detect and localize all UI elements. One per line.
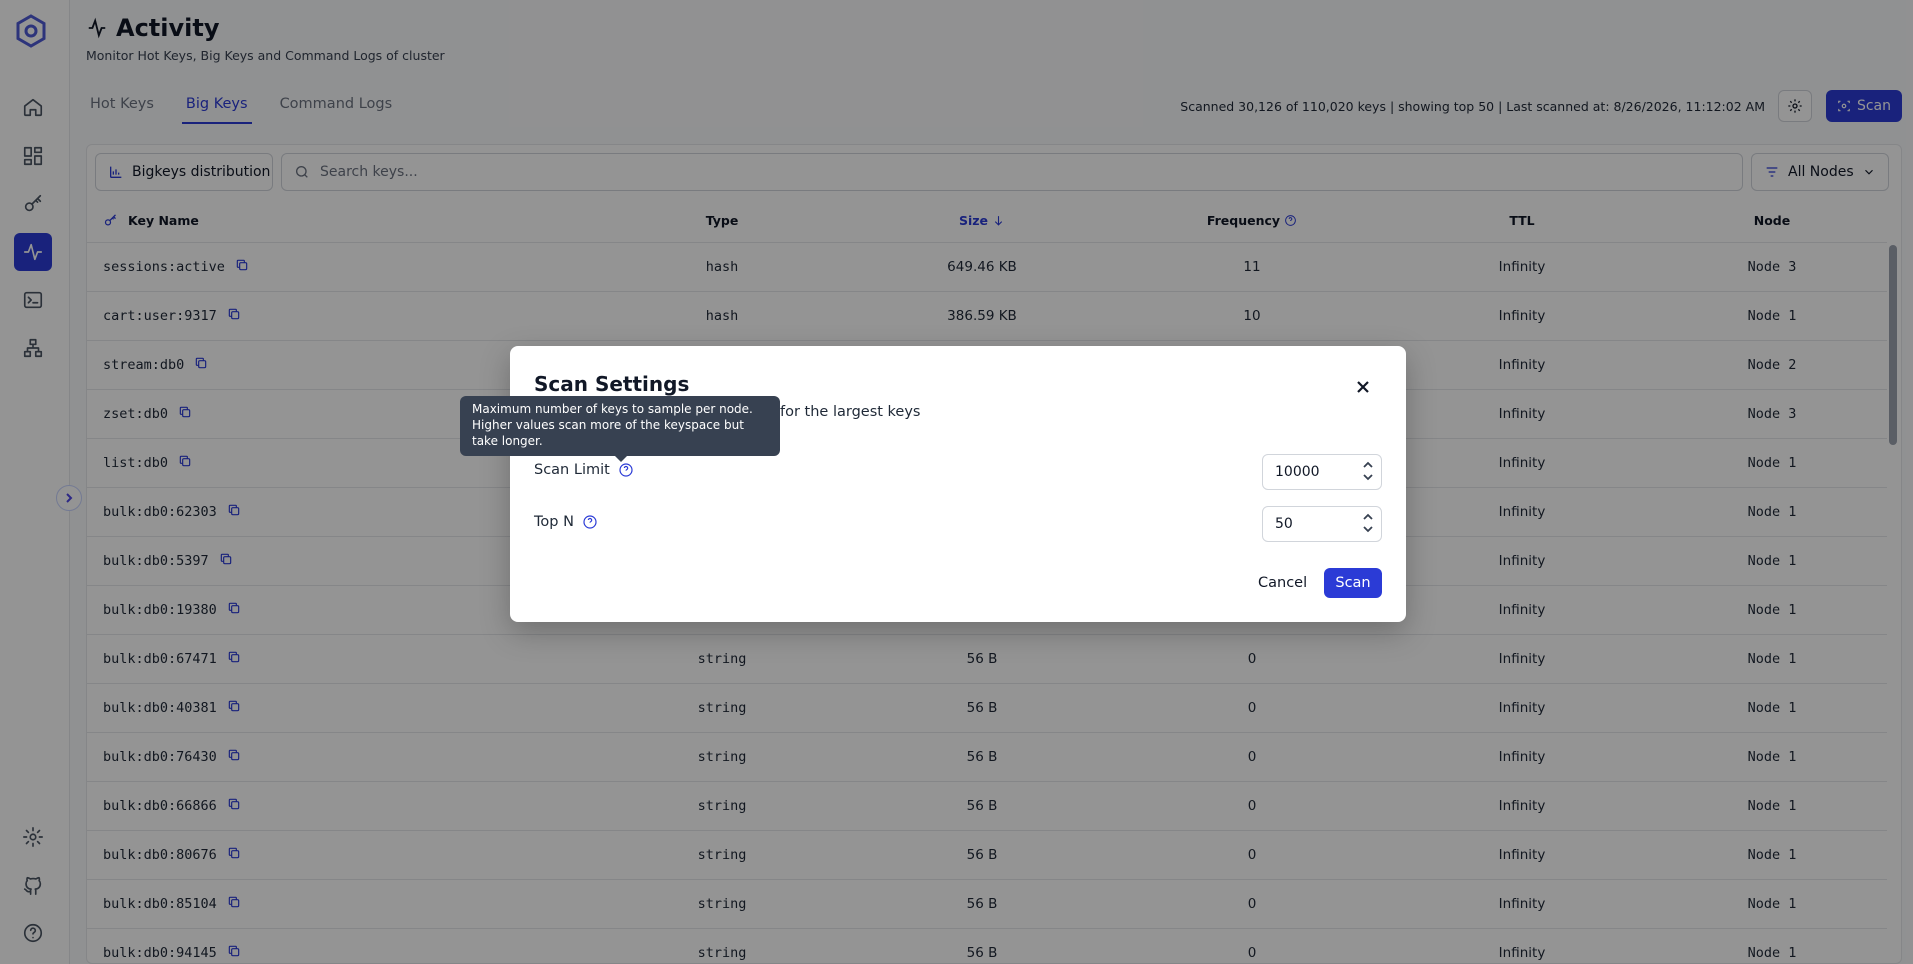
top-n-input[interactable] xyxy=(1275,516,1355,532)
scan-limit-tooltip: Maximum number of keys to sample per nod… xyxy=(460,396,780,462)
scan-limit-label-row: Scan Limit xyxy=(534,462,634,478)
decrement-icon[interactable] xyxy=(1363,473,1373,481)
increment-icon[interactable] xyxy=(1363,461,1373,469)
scan-limit-stepper[interactable] xyxy=(1262,454,1382,490)
confirm-scan-button[interactable]: Scan xyxy=(1324,568,1382,598)
close-button[interactable] xyxy=(1352,376,1374,398)
dialog-description: for the largest keys xyxy=(780,404,921,420)
top-n-label-row: Top N xyxy=(534,514,598,530)
close-icon xyxy=(1357,381,1369,393)
scan-limit-label: Scan Limit xyxy=(534,462,610,478)
scan-limit-input[interactable] xyxy=(1275,464,1355,480)
cancel-button[interactable]: Cancel xyxy=(1250,568,1315,598)
top-n-stepper[interactable] xyxy=(1262,506,1382,542)
decrement-icon[interactable] xyxy=(1363,525,1373,533)
help-icon[interactable] xyxy=(582,514,598,530)
top-n-label: Top N xyxy=(534,514,574,530)
dialog-title: Scan Settings xyxy=(534,372,690,396)
scan-settings-dialog: Scan Settings for the largest keys Scan … xyxy=(510,346,1406,622)
increment-icon[interactable] xyxy=(1363,513,1373,521)
help-icon[interactable] xyxy=(618,462,634,478)
